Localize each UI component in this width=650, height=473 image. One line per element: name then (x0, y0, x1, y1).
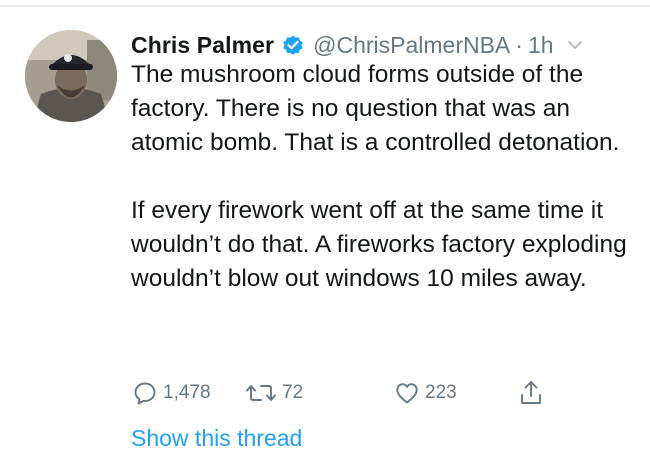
chevron-down-icon[interactable] (566, 36, 584, 54)
separator-dot: · (515, 31, 523, 58)
reply-count: 1,478 (163, 382, 211, 403)
share-icon (521, 381, 541, 404)
tweet-header: Chris Palmer @ChrisPalmerNBA · 1h (131, 28, 636, 62)
retweet-button[interactable]: 72 (244, 378, 303, 408)
author-handle[interactable]: @ChrisPalmerNBA (313, 32, 510, 59)
verified-badge-icon (281, 33, 305, 57)
like-count: 223 (425, 382, 457, 403)
tweet-text: The mushroom cloud forms outside of the … (131, 58, 641, 296)
tweet-paragraph: The mushroom cloud forms outside of the … (131, 61, 620, 156)
retweet-icon (246, 385, 276, 401)
reply-button[interactable]: 1,478 (131, 378, 211, 408)
retweet-count: 72 (282, 382, 304, 403)
top-divider (0, 5, 650, 7)
avatar[interactable] (25, 30, 117, 122)
show-thread-link[interactable]: Show this thread (131, 425, 302, 452)
tweet-paragraph: If every firework went off at the same t… (131, 197, 627, 292)
tweet-timestamp[interactable]: 1h (528, 32, 554, 59)
tweet-card[interactable]: Chris Palmer @ChrisPalmerNBA · 1h The mu… (0, 0, 650, 473)
tweet-actions: 1,478 72 223 (131, 378, 561, 408)
share-button[interactable] (517, 378, 545, 408)
author-name[interactable]: Chris Palmer (131, 32, 274, 59)
like-button[interactable]: 223 (393, 378, 457, 408)
avatar-image (25, 30, 117, 122)
reply-icon (134, 382, 156, 405)
heart-icon (396, 383, 418, 404)
